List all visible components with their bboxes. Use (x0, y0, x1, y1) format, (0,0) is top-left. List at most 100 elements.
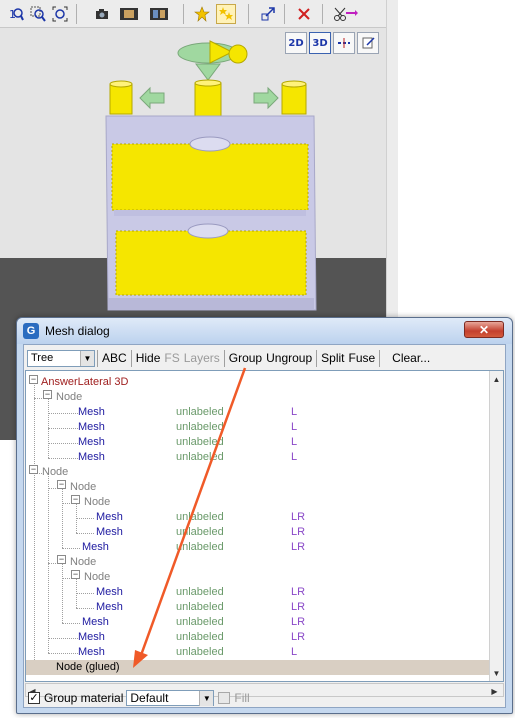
scroll-up-icon[interactable]: ▲ (490, 372, 503, 386)
split-button[interactable]: Split (319, 350, 346, 367)
mesh-name: Mesh (78, 406, 105, 418)
film-strip-icon[interactable] (147, 4, 171, 24)
left-handle-icon (109, 80, 165, 115)
tree-node[interactable]: − Node (26, 480, 490, 495)
chevron-down-icon[interactable]: ▼ (199, 690, 214, 706)
node-label: Node (70, 556, 97, 568)
mesh-toolbar: Tree ▼ ABC Hide FS Layers Group Ungroup … (25, 347, 505, 369)
fill-checkbox[interactable] (218, 692, 231, 704)
mesh-label-status: unlabeled (176, 526, 224, 538)
dialog-titlebar[interactable]: G Mesh dialog ✕ (17, 318, 512, 344)
mesh-flags: L (291, 451, 298, 463)
mesh-name: Mesh (78, 421, 105, 433)
table-row[interactable]: Mesh unlabeled L (26, 435, 490, 450)
table-row[interactable]: Mesh unlabeled L (26, 405, 490, 420)
mesh-flags: L (291, 436, 298, 448)
mesh-name: Mesh (78, 631, 105, 643)
group-button[interactable]: Group (227, 350, 264, 367)
table-row[interactable]: Mesh unlabeled L (26, 450, 490, 465)
mesh-flags: LR (291, 511, 306, 523)
collapse-icon[interactable]: − (29, 465, 38, 474)
collapse-icon[interactable]: − (43, 390, 52, 399)
collapse-icon[interactable]: − (71, 495, 80, 504)
mesh-flags: L (291, 421, 298, 433)
top-handle-icon (194, 79, 222, 118)
mesh-flags: LR (291, 541, 306, 553)
close-button[interactable]: ✕ (464, 321, 504, 338)
mesh-name: Mesh (78, 646, 105, 658)
fs-button[interactable]: FS (162, 350, 181, 367)
hide-button[interactable]: Hide (134, 350, 163, 367)
stars-icon[interactable] (216, 4, 236, 24)
collapse-icon[interactable]: − (57, 555, 66, 564)
rotate-handle-icon (177, 40, 248, 81)
tree-node[interactable]: − Node (26, 465, 490, 480)
mesh-label-status: unlabeled (176, 541, 224, 553)
tree-vertical-scrollbar[interactable]: ▲ ▼ (489, 371, 503, 681)
group-material-checkbox[interactable]: ✓ (28, 692, 40, 704)
table-row[interactable]: Mesh unlabeled LR (26, 630, 490, 645)
glued-node-row[interactable]: Node (glued) (26, 660, 490, 675)
mesh-flags: LR (291, 616, 306, 628)
node-label: Node (84, 571, 111, 583)
mesh-flags: LR (291, 586, 306, 598)
fill-label: Fill (234, 691, 250, 705)
mesh-label-status: unlabeled (176, 586, 224, 598)
mesh-flags: L (291, 406, 298, 418)
tree-root[interactable]: − AnswerLateral 3D (26, 375, 490, 390)
tree-node[interactable]: − Node (26, 555, 490, 570)
ungroup-button[interactable]: Ungroup (264, 350, 314, 367)
tree-node[interactable]: − Node (26, 570, 490, 585)
view-mode-value: Tree (31, 352, 54, 364)
right-handle-icon (253, 80, 307, 115)
table-row[interactable]: Mesh unlabeled LR (26, 540, 490, 555)
node-label: Node (70, 481, 97, 493)
abc-button[interactable]: ABC (100, 350, 129, 367)
table-row[interactable]: Mesh unlabeled LR (26, 510, 490, 525)
mesh-label-status: unlabeled (176, 616, 224, 628)
zoom-fit-icon[interactable] (50, 4, 70, 24)
mesh-name: Mesh (96, 526, 123, 538)
mesh-name: Mesh (96, 601, 123, 613)
chevron-down-icon[interactable]: ▼ (80, 350, 94, 366)
mesh-label-status: unlabeled (176, 511, 224, 523)
collapse-icon[interactable]: − (29, 375, 38, 384)
film-icon[interactable] (117, 4, 141, 24)
camera-icon[interactable] (92, 4, 112, 24)
view-mode-select[interactable]: Tree ▼ (27, 349, 95, 367)
mesh-name: Mesh (78, 451, 105, 463)
zoom-region-icon[interactable] (28, 4, 48, 24)
collapse-icon[interactable]: − (57, 480, 66, 489)
delete-icon[interactable] (294, 4, 314, 24)
cut-icon[interactable] (331, 4, 361, 24)
mesh-name: Mesh (82, 541, 109, 553)
tree-node[interactable]: − Node (26, 390, 490, 405)
mesh-tree[interactable]: − AnswerLateral 3D − Node Mesh unlabeled… (25, 370, 504, 682)
layers-button[interactable]: Layers (182, 350, 222, 367)
mesh-label-status: unlabeled (176, 451, 224, 463)
transform-icon[interactable] (258, 4, 278, 24)
table-row[interactable]: Mesh unlabeled L (26, 645, 490, 660)
material-value: Default (130, 691, 169, 705)
table-row[interactable]: Mesh unlabeled LR (26, 525, 490, 540)
material-select[interactable]: Default ▼ (126, 690, 215, 706)
mesh-name: Mesh (78, 436, 105, 448)
app-icon: G (23, 323, 39, 339)
star-icon[interactable] (192, 4, 212, 24)
table-row[interactable]: Mesh unlabeled L (26, 420, 490, 435)
fuse-button[interactable]: Fuse (346, 350, 377, 367)
scroll-down-icon[interactable]: ▼ (490, 666, 503, 680)
table-row[interactable]: Mesh unlabeled LR (26, 600, 490, 615)
tree-node[interactable]: − Node (26, 495, 490, 510)
mesh-label-status: unlabeled (176, 601, 224, 613)
mesh-flags: LR (291, 526, 306, 538)
table-row[interactable]: Mesh unlabeled LR (26, 585, 490, 600)
clear-button[interactable]: Clear... (390, 350, 432, 367)
zoom-1-icon[interactable]: 1 (6, 4, 26, 24)
table-row[interactable]: Mesh unlabeled LR (26, 615, 490, 630)
node-label: Node (84, 496, 111, 508)
dialog-footer: ✓ Group material Default ▼ Fill (25, 689, 505, 707)
collapse-icon[interactable]: − (71, 570, 80, 579)
dialog-title: Mesh dialog (45, 324, 110, 338)
mesh-dialog: G Mesh dialog ✕ Tree ▼ ABC Hide FS Layer… (16, 317, 513, 714)
